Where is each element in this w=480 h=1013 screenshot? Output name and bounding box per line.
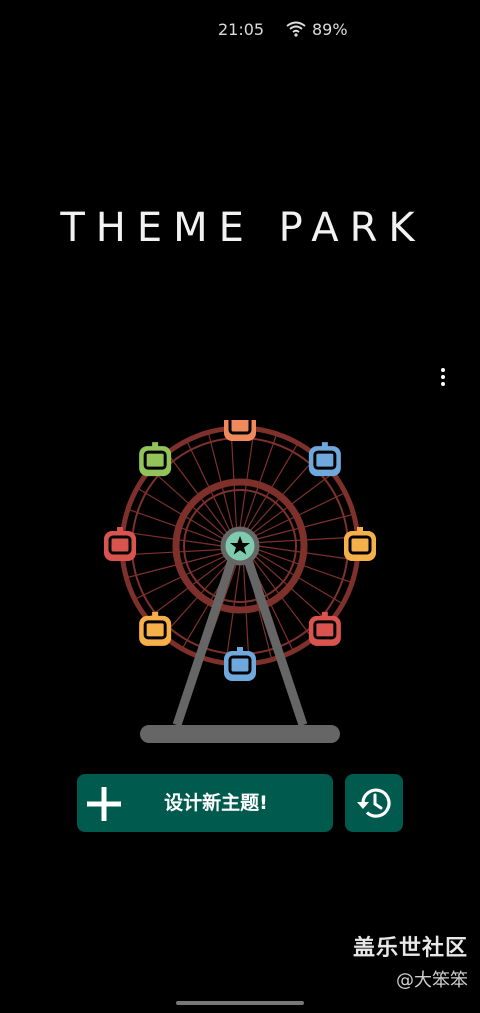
new-theme-label: 设计新主题! <box>164 792 268 814</box>
wheel-cabin <box>139 442 172 477</box>
history-button[interactable] <box>345 774 403 832</box>
wheel-cabin <box>104 527 136 561</box>
page-title: THEME PARK <box>60 205 426 251</box>
wheel-cabin <box>344 527 376 561</box>
ground-base <box>140 725 340 743</box>
watermark-author: @大笨笨 <box>396 970 468 991</box>
wheel-cabin <box>224 647 256 681</box>
status-time: 21:05 <box>218 20 265 39</box>
wifi-icon <box>286 21 306 37</box>
more-vertical-icon[interactable] <box>430 360 456 394</box>
battery-level: 89% <box>312 20 348 39</box>
wheel-cabin <box>308 611 341 646</box>
home-indicator[interactable] <box>176 1001 304 1005</box>
status-bar: 21:05 89% <box>0 0 480 60</box>
wheel-cabin <box>308 442 341 477</box>
plus-icon <box>87 787 121 821</box>
history-icon <box>357 788 391 818</box>
wheel-cabin <box>224 420 256 441</box>
ferris-wheel-illustration <box>104 420 376 743</box>
watermark-title: 盖乐世社区 <box>352 936 468 961</box>
wheel-cabin <box>139 611 172 646</box>
